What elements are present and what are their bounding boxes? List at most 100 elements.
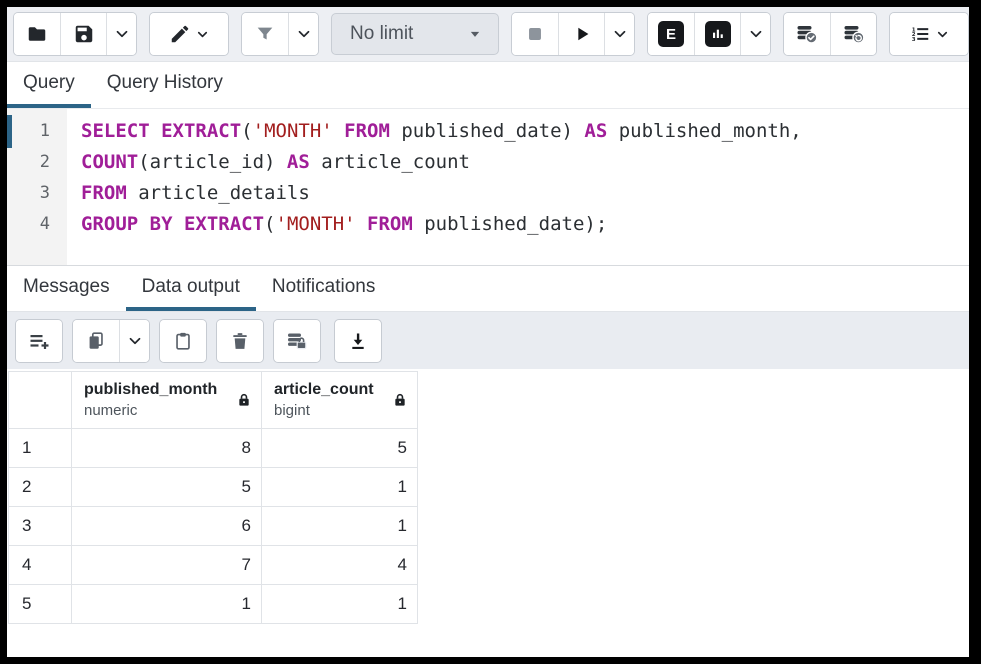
code-line: 2COUNT(article_id) AS article_count <box>7 146 969 177</box>
data-output-grid: published_month numeric article_count bi… <box>8 371 418 624</box>
line-number: 4 <box>7 214 67 234</box>
delete-row-button[interactable] <box>217 320 263 362</box>
grid-data-cell[interactable]: 5 <box>262 429 418 468</box>
tab-data-output[interactable]: Data output <box>126 266 256 311</box>
grid-row-number-cell[interactable]: 4 <box>8 546 72 585</box>
row-limit-select[interactable]: No limit <box>331 13 499 55</box>
filter-dropdown-button[interactable] <box>288 13 318 55</box>
grid-data-cell[interactable]: 1 <box>72 585 262 624</box>
row-limit-value: No limit <box>350 23 413 45</box>
filter-button-group <box>241 12 319 56</box>
grid-col-header-article-count[interactable]: article_count bigint <box>262 371 418 429</box>
filter-icon <box>254 23 276 45</box>
explain-icon: E <box>658 21 684 47</box>
pencil-icon <box>169 23 191 45</box>
grid-data-cell[interactable]: 7 <box>72 546 262 585</box>
edit-dropdown-button[interactable] <box>150 13 228 55</box>
add-row-button[interactable] <box>16 320 62 362</box>
tab-data-output-label: Data output <box>142 276 240 298</box>
macros-button[interactable]: 123 <box>890 13 968 55</box>
chevron-down-icon <box>295 25 313 43</box>
execute-dropdown-button[interactable] <box>604 13 634 55</box>
explain-dropdown-button[interactable] <box>740 13 770 55</box>
code-text: COUNT(article_id) AS article_count <box>67 151 470 173</box>
file-button-group <box>13 12 137 56</box>
column-name: article_count <box>274 380 374 401</box>
column-name: published_month <box>84 380 217 401</box>
column-type: numeric <box>84 401 217 421</box>
explain-button[interactable]: E <box>648 13 694 55</box>
grid-data-cell[interactable]: 1 <box>262 507 418 546</box>
query-toolbar: No limit E <box>7 7 969 62</box>
line-number: 2 <box>7 152 67 172</box>
tab-query-history-label: Query History <box>107 72 223 94</box>
tab-messages[interactable]: Messages <box>7 266 126 311</box>
download-icon <box>347 330 369 352</box>
grid-row-number-cell[interactable]: 1 <box>8 429 72 468</box>
grid-corner-cell[interactable] <box>8 371 72 429</box>
tab-query-label: Query <box>23 72 75 94</box>
execute-button[interactable] <box>558 13 604 55</box>
sql-editor[interactable]: 1SELECT EXTRACT('MONTH' FROM published_d… <box>7 109 969 266</box>
edit-button-group <box>149 12 229 56</box>
numbered-list-icon: 123 <box>909 23 931 45</box>
svg-text:3: 3 <box>911 37 915 43</box>
explain-button-group: E <box>647 12 771 56</box>
code-text: FROM article_details <box>67 182 310 204</box>
grid-data-cell[interactable]: 5 <box>72 468 262 507</box>
grid-data-cell[interactable]: 6 <box>72 507 262 546</box>
query-tool-window: No limit E <box>7 7 969 657</box>
chevron-down-icon <box>195 27 210 42</box>
execute-button-group <box>511 12 635 56</box>
chevron-down-icon <box>113 25 131 43</box>
copy-icon <box>85 330 107 352</box>
column-type: bigint <box>274 401 374 421</box>
code-text: GROUP BY EXTRACT('MONTH' FROM published_… <box>67 213 607 235</box>
download-button[interactable] <box>335 320 381 362</box>
line-number: 3 <box>7 183 67 203</box>
filter-button[interactable] <box>242 13 288 55</box>
rollback-button[interactable] <box>830 13 876 55</box>
save-icon <box>73 23 95 45</box>
add-row-icon <box>27 329 51 353</box>
query-tab-bar: Query Query History <box>7 62 969 109</box>
tab-notifications[interactable]: Notifications <box>256 266 392 311</box>
tab-query[interactable]: Query <box>7 62 91 108</box>
save-file-button[interactable] <box>60 13 106 55</box>
tab-notifications-label: Notifications <box>272 276 376 298</box>
grid-data-cell[interactable]: 1 <box>262 468 418 507</box>
grid-data-cell[interactable]: 4 <box>262 546 418 585</box>
paste-button[interactable] <box>160 320 206 362</box>
folder-icon <box>26 23 48 45</box>
lock-icon <box>236 392 252 408</box>
explain-analyze-button[interactable] <box>694 13 740 55</box>
rollback-icon <box>842 22 866 46</box>
chevron-down-icon <box>611 25 629 43</box>
commit-button[interactable] <box>784 13 830 55</box>
grid-data-cell[interactable]: 8 <box>72 429 262 468</box>
grid-row-number-cell[interactable]: 2 <box>8 468 72 507</box>
grid-row-number-cell[interactable]: 5 <box>8 585 72 624</box>
copy-dropdown-button[interactable] <box>119 320 149 362</box>
macros-button-group: 123 <box>889 12 969 56</box>
chevron-down-icon <box>126 332 144 350</box>
column-meta: article_count bigint <box>274 380 374 420</box>
grid-data-cell[interactable]: 1 <box>262 585 418 624</box>
grid-col-header-published-month[interactable]: published_month numeric <box>72 371 262 429</box>
results-tab-bar: Messages Data output Notifications <box>7 266 969 312</box>
play-icon <box>571 23 593 45</box>
transaction-button-group <box>783 12 877 56</box>
grid-row-number-cell[interactable]: 3 <box>8 507 72 546</box>
open-file-button[interactable] <box>14 13 60 55</box>
save-data-changes-button[interactable] <box>274 320 320 362</box>
results-toolbar <box>7 312 969 369</box>
copy-button[interactable] <box>73 320 119 362</box>
code-line: 3FROM article_details <box>7 177 969 208</box>
chevron-down-icon <box>935 27 950 42</box>
save-dropdown-button[interactable] <box>106 13 136 55</box>
stop-button[interactable] <box>512 13 558 55</box>
tab-messages-label: Messages <box>23 276 110 298</box>
code-line: 1SELECT EXTRACT('MONTH' FROM published_d… <box>7 115 969 146</box>
tab-query-history[interactable]: Query History <box>91 62 239 108</box>
line-number: 1 <box>7 121 67 141</box>
